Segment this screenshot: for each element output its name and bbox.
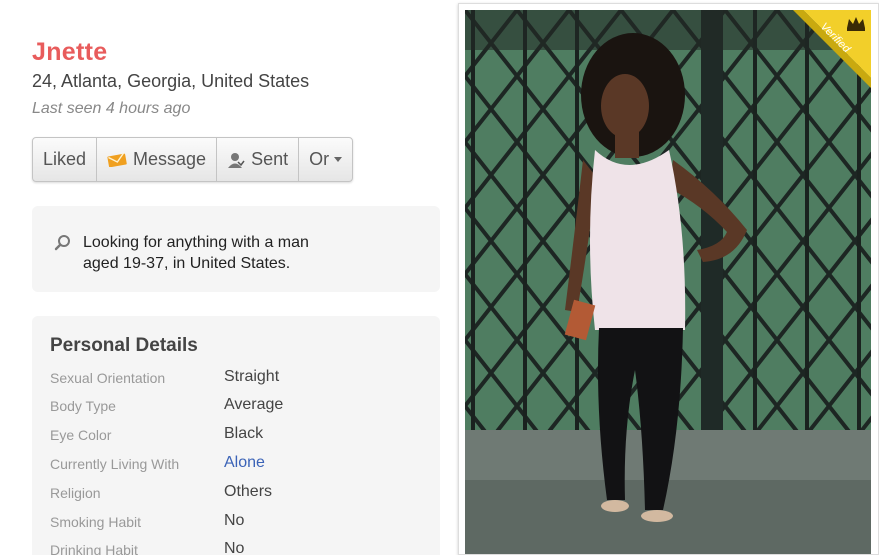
detail-label: Smoking Habit	[50, 514, 142, 530]
looking-for-text: Looking for anything with a man aged 19-…	[83, 232, 343, 274]
profile-photo-image	[465, 10, 871, 554]
user-sent-icon	[227, 151, 245, 169]
detail-label: Currently Living With	[50, 456, 180, 472]
detail-row-eye-color: Eye Color Black	[50, 425, 430, 445]
detail-value: Black	[224, 425, 264, 442]
verified-badge: Verified	[793, 10, 871, 88]
detail-row-living-with: Currently Living With Alone	[50, 454, 430, 474]
profile-photo-frame: Verified	[458, 3, 879, 555]
detail-label: Sexual Orientation	[50, 370, 166, 386]
detail-label: Body Type	[50, 398, 116, 414]
chevron-down-icon	[334, 157, 343, 162]
message-button-label: Message	[133, 149, 207, 169]
looking-for-line-1: Looking for anything with a man	[83, 234, 309, 251]
detail-row-body-type: Body Type Average	[50, 396, 430, 416]
detail-label: Eye Color	[50, 427, 112, 443]
detail-label: Religion	[50, 485, 101, 501]
profile-location: 24, Atlanta, Georgia, United States	[32, 71, 310, 91]
detail-value: No	[224, 540, 245, 555]
profile-info-panel: Jnette 24, Atlanta, Georgia, United Stat…	[0, 0, 460, 555]
profile-name: Jnette	[32, 38, 108, 66]
liked-button-label: Liked	[43, 149, 87, 169]
sent-button[interactable]: Sent	[217, 138, 300, 181]
detail-value: Straight	[224, 368, 280, 385]
detail-value-link[interactable]: Alone	[224, 454, 265, 472]
sent-button-label: Sent	[251, 149, 289, 169]
profile-photo[interactable]: Verified	[465, 10, 871, 554]
more-options-dropdown[interactable]: Or	[299, 138, 352, 181]
detail-row-smoking: Smoking Habit No	[50, 512, 430, 532]
personal-details-title: Personal Details	[50, 335, 198, 356]
detail-row-religion: Religion Others	[50, 483, 430, 503]
looking-for-box: Looking for anything with a man aged 19-…	[32, 206, 440, 292]
detail-value: No	[224, 512, 245, 529]
detail-value: Average	[224, 396, 284, 413]
detail-row-sexual-orientation: Sexual Orientation Straight	[50, 368, 430, 388]
message-button[interactable]: Message	[97, 138, 218, 181]
last-seen-status: Last seen 4 hours ago	[32, 100, 191, 117]
detail-row-drinking: Drinking Habit No	[50, 540, 430, 555]
liked-button[interactable]: Liked	[33, 138, 98, 181]
detail-label: Drinking Habit	[50, 542, 138, 555]
detail-value: Others	[224, 483, 273, 500]
envelope-icon	[107, 152, 127, 167]
profile-action-buttons: Liked Message Sent Or	[32, 137, 354, 182]
more-options-label: Or	[309, 149, 330, 169]
search-icon	[54, 234, 72, 257]
looking-for-line-2: aged 19-37, in United States.	[83, 255, 291, 272]
personal-details-card: Personal Details Sexual Orientation Stra…	[32, 316, 440, 555]
